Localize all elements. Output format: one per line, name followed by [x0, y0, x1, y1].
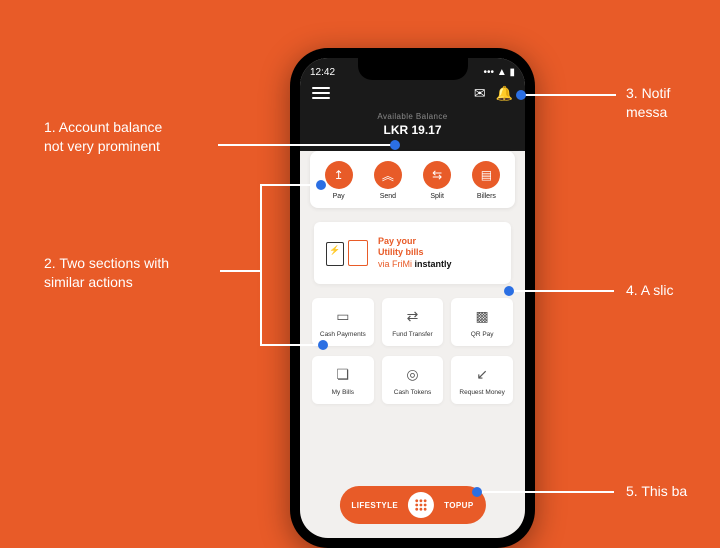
tile-cash-tokens[interactable]: ◎ Cash Tokens [382, 356, 444, 404]
annotation-1: 1. Account balancenot very prominent [44, 118, 162, 156]
primary-actions-card: ↥ Pay ︽ Send ⇆ Split ▤ Billers [310, 151, 515, 208]
balance-value: LKR 19.17 [300, 123, 525, 137]
tile-label: Cash Tokens [394, 389, 431, 396]
annotation-3: 3. Notifmessa [626, 84, 670, 122]
tile-label: QR Pay [471, 331, 494, 338]
tokens-icon: ◎ [406, 366, 418, 383]
tile-fund-transfer[interactable]: ⇄ Fund Transfer [382, 298, 444, 346]
tile-label: Request Money [459, 389, 505, 396]
services-grid: ▭ Cash Payments ⇄ Fund Transfer ▩ QR Pay… [312, 298, 513, 404]
doc-icon [326, 242, 344, 266]
action-label: Split [430, 193, 444, 200]
send-icon: ︽ [374, 161, 402, 189]
status-time: 12:42 [310, 67, 335, 78]
annotation-2: 2. Two sections withsimilar actions [44, 254, 169, 292]
tile-label: Cash Payments [320, 331, 366, 338]
split-icon: ⇆ [423, 161, 451, 189]
billers-icon: ▤ [472, 161, 500, 189]
action-pay[interactable]: ↥ Pay [325, 161, 353, 200]
annotation-4: 4. A slic [626, 281, 673, 300]
phone-notch [358, 58, 468, 80]
tile-label: My Bills [332, 389, 354, 396]
promo-card[interactable]: Pay your Utility bills via FriMi instant… [314, 222, 511, 284]
status-indicators: ••• ▲ ▮ [484, 67, 515, 78]
promo-illustration [326, 240, 368, 266]
doc-orange-icon [348, 240, 368, 266]
phone-screen: 12:42 ••• ▲ ▮ ✉ 🔔 Available Balance LKR … [300, 58, 525, 538]
card-icon: ▭ [336, 308, 349, 325]
tile-cash-payments[interactable]: ▭ Cash Payments [312, 298, 374, 346]
action-label: Pay [333, 193, 345, 200]
transfer-icon: ⇄ [407, 308, 419, 325]
balance-label: Available Balance [300, 112, 525, 121]
action-send[interactable]: ︽ Send [374, 161, 402, 200]
action-label: Send [380, 193, 396, 200]
tile-my-bills[interactable]: ❏ My Bills [312, 356, 374, 404]
mail-icon[interactable]: ✉ [474, 86, 486, 100]
pay-icon: ↥ [325, 161, 353, 189]
tile-request-money[interactable]: ↙ Request Money [451, 356, 513, 404]
app-header: ✉ 🔔 [300, 80, 525, 104]
tile-qr-pay[interactable]: ▩ QR Pay [451, 298, 513, 346]
annotation-5: 5. This ba [626, 482, 687, 501]
action-label: Billers [477, 193, 496, 200]
grid-icon [414, 498, 428, 512]
promo-text: Pay your Utility bills via FriMi instant… [378, 236, 452, 270]
tile-label: Fund Transfer [392, 331, 432, 338]
bills-icon: ❏ [337, 366, 350, 383]
action-split[interactable]: ⇆ Split [423, 161, 451, 200]
nav-topup[interactable]: TOPUP [444, 501, 473, 510]
request-icon: ↙ [476, 366, 488, 383]
bell-icon[interactable]: 🔔 [496, 86, 513, 100]
menu-icon[interactable] [312, 87, 330, 99]
nav-lifestyle[interactable]: LIFESTYLE [351, 501, 398, 510]
nav-grid-button[interactable] [408, 492, 434, 518]
phone-frame: 12:42 ••• ▲ ▮ ✉ 🔔 Available Balance LKR … [290, 48, 535, 548]
bottom-nav-pill: LIFESTYLE TOPUP [339, 486, 485, 524]
action-billers[interactable]: ▤ Billers [472, 161, 500, 200]
qr-icon: ▩ [476, 308, 489, 325]
